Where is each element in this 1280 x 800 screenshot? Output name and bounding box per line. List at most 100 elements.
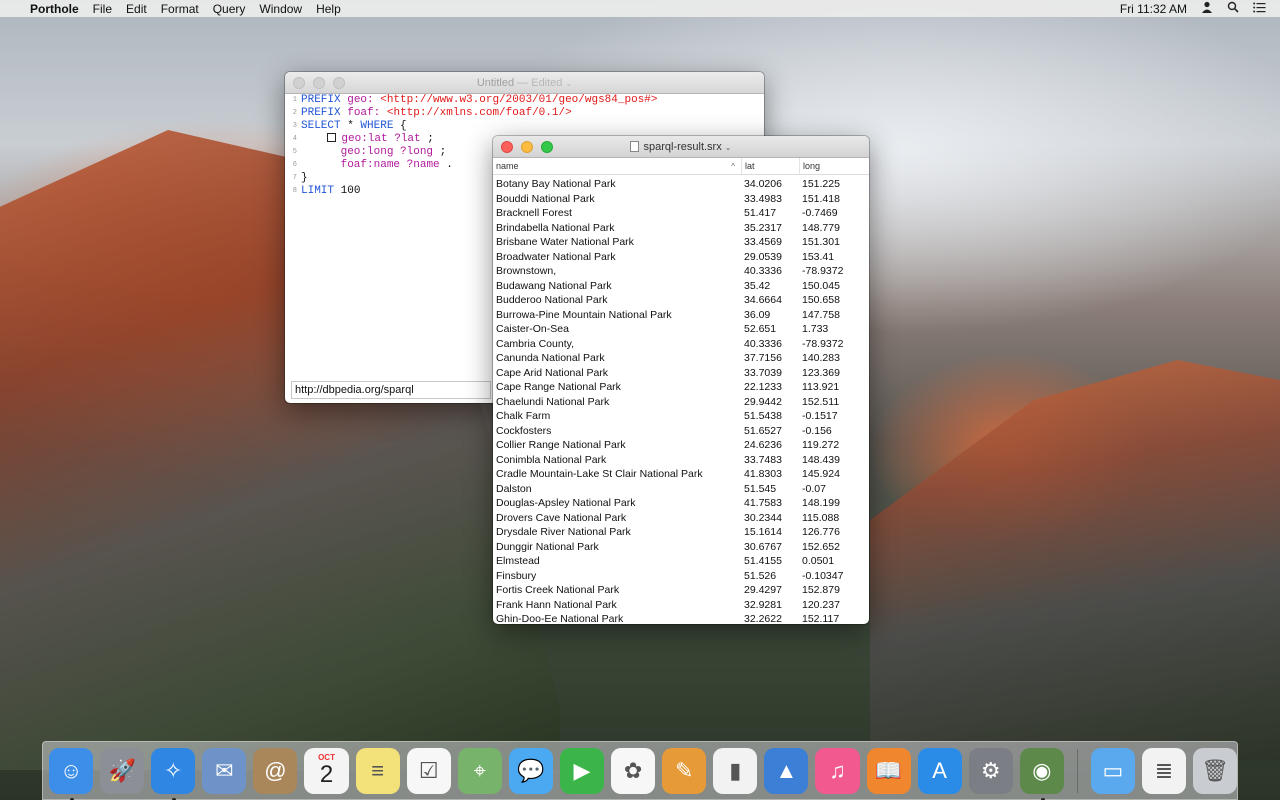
table-row[interactable]: Cape Range National Park 22.1233 113.921: [493, 380, 869, 395]
cell-lat: 32.2622: [744, 613, 782, 624]
ibooks-icon[interactable]: 📖: [866, 747, 911, 794]
table-row[interactable]: Dunggir National Park 30.6767 152.652: [493, 540, 869, 555]
finder-icon[interactable]: ☺: [49, 747, 94, 800]
table-row[interactable]: Drovers Cave National Park 30.2344 115.088: [493, 511, 869, 526]
messages-icon[interactable]: 💬: [508, 747, 553, 794]
cell-long: 148.199: [802, 497, 840, 509]
finder-glyph: ☺: [59, 757, 83, 783]
safari-icon[interactable]: ✧: [151, 747, 196, 800]
results-titlebar[interactable]: sparql-result.srx ⌄: [493, 136, 869, 158]
table-row[interactable]: Chalk Farm 51.5438 -0.1517: [493, 409, 869, 424]
cell-long: -0.07: [802, 482, 826, 495]
cell-long: 151.418: [802, 192, 840, 205]
table-row[interactable]: Budderoo National Park 34.6664 150.658: [493, 293, 869, 308]
pages-icon[interactable]: ✎: [662, 747, 707, 794]
system-preferences-icon[interactable]: ⚙: [968, 747, 1013, 794]
cell-long: 152.117: [802, 613, 840, 624]
close-button[interactable]: [293, 77, 305, 89]
mail-icon[interactable]: ✉: [202, 747, 247, 794]
numbers-icon[interactable]: ▮: [713, 747, 758, 794]
porthole-icon[interactable]: ◉: [1019, 747, 1064, 800]
table-row[interactable]: Budawang National Park 35.42 150.045: [493, 279, 869, 294]
predicate: foaf:name: [340, 159, 401, 171]
table-row[interactable]: Brisbane Water National Park 33.4569 151.3…: [493, 235, 869, 250]
table-row[interactable]: Brownstown, 40.3336 -78.9372: [493, 264, 869, 279]
table-header: name ^ lat long: [493, 158, 869, 175]
menu-app-name[interactable]: Porthole: [30, 2, 79, 16]
facetime-icon[interactable]: ▶: [559, 747, 605, 794]
notes-glyph: ≡: [371, 757, 385, 783]
notification-center-icon[interactable]: [1253, 2, 1266, 16]
menu-file[interactable]: File: [93, 2, 112, 16]
column-header-name[interactable]: name ^: [493, 158, 741, 174]
endpoint-url-input[interactable]: [291, 381, 491, 399]
document-icon[interactable]: ≣: [1141, 747, 1187, 794]
table-row[interactable]: Drysdale River National Park 15.1614 126.7…: [493, 525, 869, 540]
notes-icon[interactable]: ≡: [355, 747, 400, 794]
table-row[interactable]: Fortis Creek National Park 29.4297 152.879: [493, 583, 869, 598]
menu-format[interactable]: Format: [161, 2, 199, 16]
table-row[interactable]: Finsbury 51.526 -0.10347: [493, 569, 869, 584]
contacts-icon[interactable]: @: [253, 747, 298, 794]
table-row[interactable]: Cradle Mountain-Lake St Clair National P…: [493, 467, 869, 482]
close-button[interactable]: [501, 141, 513, 153]
cell-name: Brisbane Water National Park: [496, 236, 634, 248]
table-row[interactable]: Caister-On-Sea 52.651 1.733: [493, 322, 869, 337]
chevron-down-icon[interactable]: ⌄: [725, 143, 732, 152]
app-store-icon[interactable]: A: [917, 747, 962, 794]
table-row[interactable]: Frank Hann National Park 32.9281 120.237: [493, 598, 869, 613]
table-row[interactable]: Chaelundi National Park 29.9442 152.511: [493, 395, 869, 410]
zoom-button[interactable]: [333, 77, 345, 89]
user-icon[interactable]: [1201, 1, 1213, 16]
table-row[interactable]: Conimbla National Park 33.7483 148.439: [493, 453, 869, 468]
table-row[interactable]: Ghin-Doo-Ee National Park 32.2622 152.117: [493, 612, 869, 624]
table-row[interactable]: Bouddi National Park 33.4983 151.418: [493, 192, 869, 207]
table-row[interactable]: Cambria County, 40.3336 -78.9372: [493, 337, 869, 352]
table-row[interactable]: Cockfosters 51.6527 -0.156: [493, 424, 869, 439]
table-row[interactable]: Burrowa-Pine Mountain National Park 36.09…: [493, 308, 869, 323]
menu-help[interactable]: Help: [316, 2, 341, 16]
menu-edit[interactable]: Edit: [126, 2, 147, 16]
menu-query[interactable]: Query: [213, 2, 246, 16]
launchpad-icon[interactable]: 🚀: [100, 747, 145, 794]
folder-icon[interactable]: ▭: [1090, 747, 1135, 794]
column-header-lat[interactable]: lat: [741, 158, 799, 174]
photos-icon[interactable]: ✿: [611, 747, 656, 794]
results-table-body[interactable]: Botany Bay National Park 34.0206 151.225 Bo…: [493, 175, 869, 624]
cell-long: 145.924: [802, 468, 840, 480]
maps-icon[interactable]: ⌖: [457, 747, 502, 794]
table-row[interactable]: Elmstead 51.4155 0.0501: [493, 554, 869, 569]
cell-lat: 22.1233: [744, 381, 782, 393]
dock-separator: [1076, 748, 1078, 793]
cell-lat: 33.7483: [744, 453, 782, 466]
table-row[interactable]: Bracknell Forest 51.417 -0.7469: [493, 206, 869, 221]
porthole-glyph: ◉: [1032, 757, 1052, 783]
line-number: 7: [292, 174, 297, 182]
trash-icon[interactable]: 🗑: [1193, 747, 1238, 794]
cell-name: Chalk Farm: [496, 410, 551, 422]
spotlight-search-icon[interactable]: [1227, 1, 1239, 16]
table-row[interactable]: Brindabella National Park 35.2317 148.779: [493, 221, 869, 236]
itunes-icon[interactable]: ♫: [815, 747, 860, 794]
table-row[interactable]: Cape Arid National Park 33.7039 123.369: [493, 366, 869, 381]
table-row[interactable]: Broadwater National Park 29.0539 153.41: [493, 250, 869, 265]
zoom-button[interactable]: [541, 141, 553, 153]
editor-titlebar[interactable]: Untitled — Edited ⌄: [285, 72, 764, 94]
cell-long: 150.658: [802, 294, 840, 306]
cell-long: 113.921: [802, 381, 840, 393]
table-row[interactable]: Botany Bay National Park 34.0206 151.225: [493, 177, 869, 192]
cell-name: Bracknell Forest: [496, 207, 572, 219]
reminders-icon[interactable]: ☑: [406, 747, 451, 794]
minimize-button[interactable]: [521, 141, 533, 153]
table-row[interactable]: Dalston 51.545 -0.07: [493, 482, 869, 497]
table-row[interactable]: Canunda National Park 37.7156 140.283: [493, 351, 869, 366]
menu-window[interactable]: Window: [259, 2, 302, 16]
calendar-icon[interactable]: OCT 2: [304, 747, 349, 794]
minimize-button[interactable]: [313, 77, 325, 89]
table-row[interactable]: Douglas-Apsley National Park 41.7583 148.1…: [493, 496, 869, 511]
keynote-icon[interactable]: ▲: [764, 747, 809, 794]
clock[interactable]: Fri 11:32 AM: [1120, 2, 1187, 16]
chevron-down-icon[interactable]: ⌄: [565, 79, 572, 88]
table-row[interactable]: Collier Range National Park 24.6236 119.27…: [493, 438, 869, 453]
column-header-long[interactable]: long: [799, 158, 867, 174]
